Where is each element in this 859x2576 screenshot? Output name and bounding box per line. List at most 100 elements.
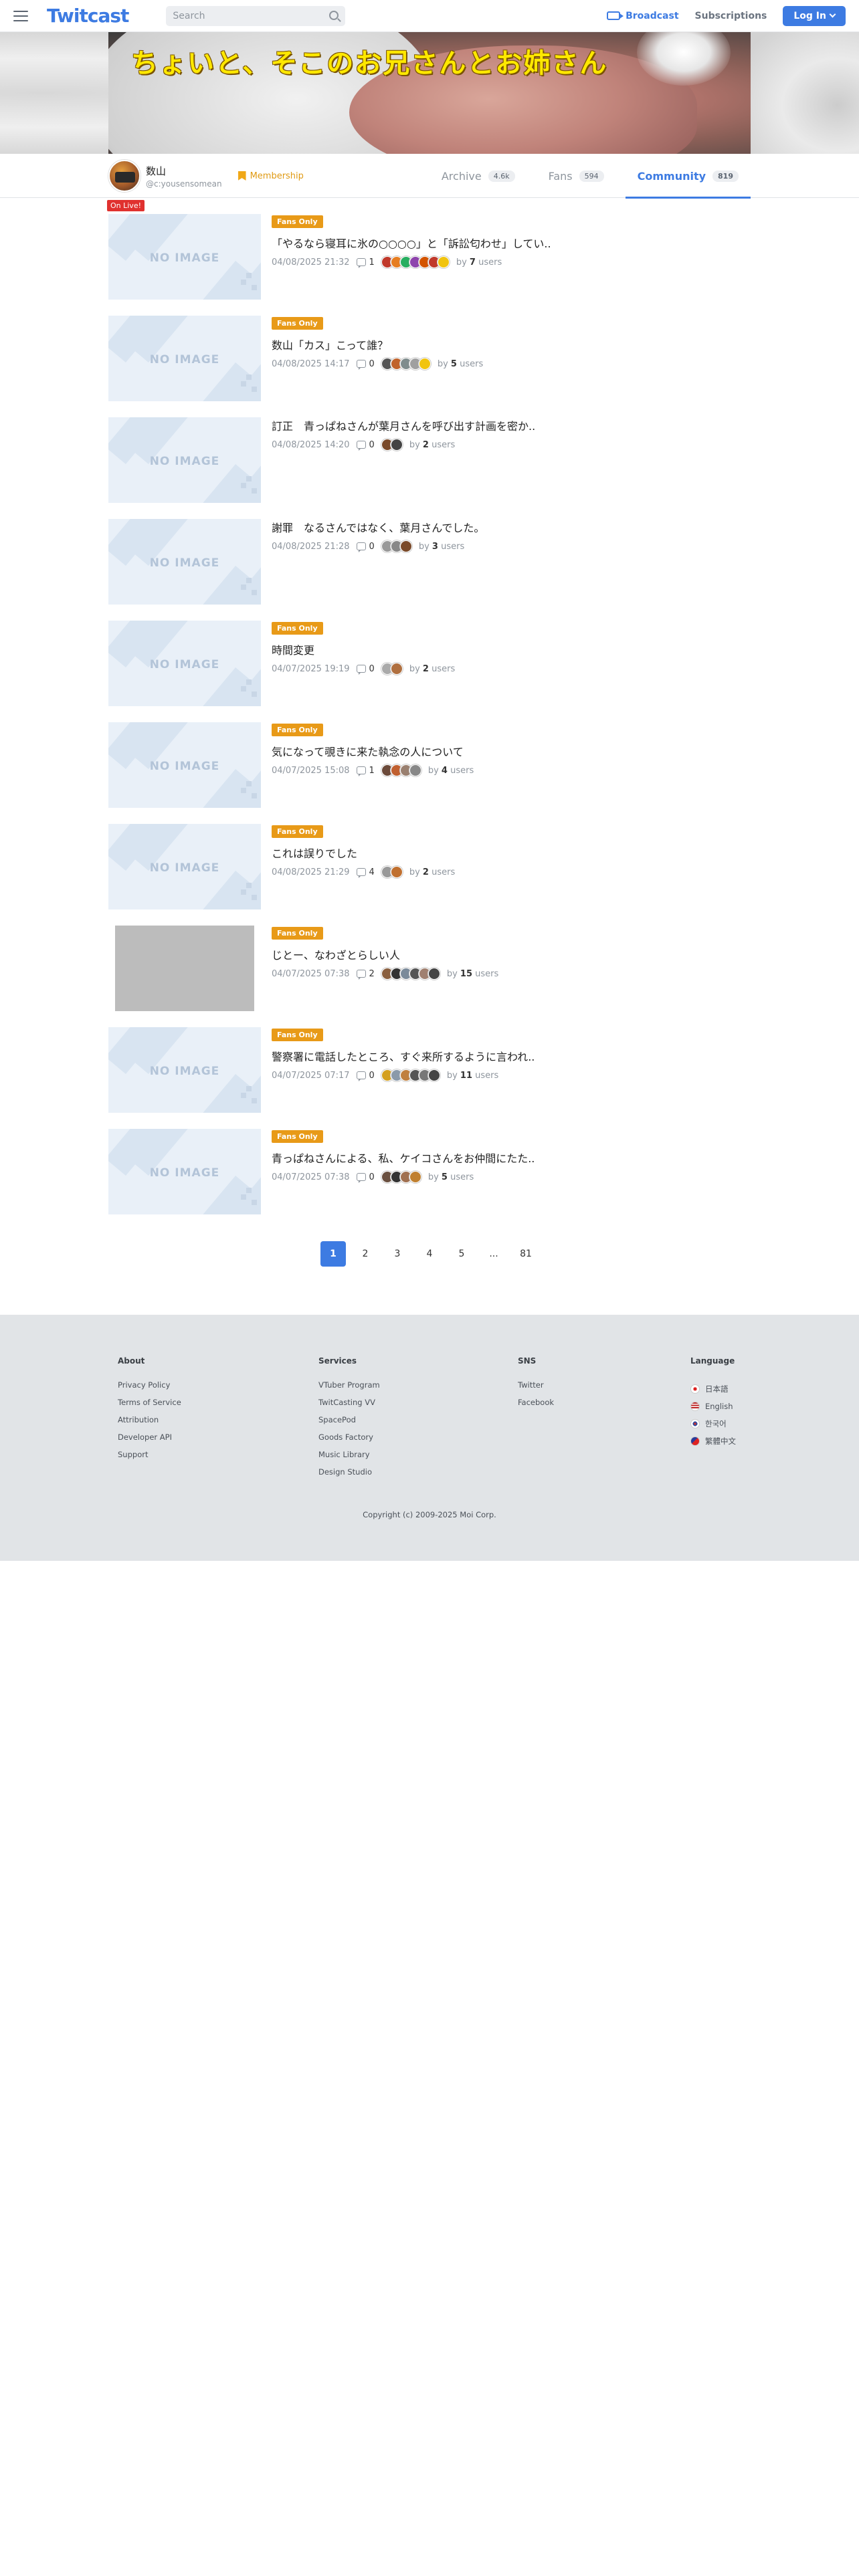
post-thumbnail[interactable] (108, 926, 261, 1011)
post-title[interactable]: 警察署に電話したところ、すぐ来所するように言われ.. (272, 1048, 535, 1064)
footer-link[interactable]: Developer API (118, 1432, 181, 1450)
fans-only-badge: Fans Only (272, 724, 323, 736)
page-button-3[interactable]: 3 (385, 1241, 410, 1267)
post-row[interactable]: NO IMAGE 謝罪 なるさんではなく、葉月さんでした。 04/08/2025 2… (108, 519, 751, 621)
tab-community[interactable]: Community 819 (625, 154, 751, 199)
post-date: 04/08/2025 21:29 (272, 867, 350, 877)
footer-about: About Privacy Policy Terms of Service Attr… (118, 1356, 181, 1467)
footer-link[interactable]: 日本語 (690, 1380, 736, 1398)
post-title[interactable]: これは誤りでした (272, 845, 455, 861)
post-thumbnail[interactable]: NO IMAGE (108, 1027, 261, 1113)
footer-link[interactable]: TwitCasting VV (318, 1398, 380, 1415)
reader-avatar (427, 1069, 440, 1081)
login-button[interactable]: Log In (783, 5, 846, 26)
post-title[interactable]: 数山「カス」こって誰？ (272, 336, 483, 352)
reader-avatars (381, 439, 403, 451)
fans-only-badge: Fans Only (272, 317, 323, 330)
copyright: Copyright (c) 2009-2025 Moi Corp. (363, 1510, 496, 1519)
post-meta: 04/08/2025 14:17 0 by 5 users (272, 358, 483, 370)
thumb-square-shape (241, 889, 246, 895)
search-box (166, 5, 346, 26)
thumb-square-shape (246, 883, 252, 888)
page-button-ellipsis: ... (489, 1249, 498, 1259)
fans-only-badge: Fans Only (272, 927, 323, 940)
reader-count: by 15 users (447, 969, 498, 979)
comment-number: 0 (369, 1070, 375, 1081)
reader-avatars (381, 1069, 440, 1081)
tab-archive[interactable]: Archive 4.6k (430, 154, 527, 198)
comment-count: 1 (356, 766, 375, 776)
footer-services: Services VTuber Program TwitCasting VV Spa… (318, 1356, 380, 1485)
subscriptions-link[interactable]: Subscriptions (695, 11, 767, 21)
post-title[interactable]: 謝罪 なるさんではなく、葉月さんでした。 (272, 519, 484, 535)
page-button-1[interactable]: 1 (320, 1241, 346, 1267)
post-row[interactable]: NO IMAGE Fans Only 「やるなら寝耳に氷の○○○○」と「訴訟匂わせ」… (108, 214, 751, 316)
post-thumbnail[interactable]: NO IMAGE (108, 1129, 261, 1214)
search-input[interactable] (173, 10, 339, 21)
footer-link[interactable]: Goods Factory (318, 1432, 380, 1450)
footer-heading: SNS (518, 1356, 537, 1366)
reader-number: 7 (469, 257, 476, 267)
profile-name[interactable]: 数山 (146, 164, 222, 178)
reader-avatar (390, 439, 403, 451)
post-info: Fans Only じとー、なわざとらしい人 04/07/2025 07:38 2 by… (272, 926, 498, 1027)
post-title[interactable]: じとー、なわざとらしい人 (272, 946, 498, 962)
post-row[interactable]: NO IMAGE 訂正 青っぱねさんが葉月さんを呼び出す計画を密か.. 04/08/… (108, 417, 751, 519)
post-row[interactable]: NO IMAGE Fans Only 気になって覗きに来た執念の人について 04/07… (108, 722, 751, 824)
page-button-2[interactable]: 2 (353, 1241, 378, 1267)
post-row[interactable]: NO IMAGE Fans Only 時間変更 04/07/2025 19:19 0 by… (108, 621, 751, 722)
footer-link[interactable]: Music Library (318, 1450, 380, 1467)
footer-link[interactable]: SpacePod (318, 1415, 380, 1432)
page-button-81[interactable]: 81 (513, 1241, 539, 1267)
avatar[interactable]: On Live! (107, 160, 145, 211)
comment-count: 1 (356, 257, 375, 268)
post-row[interactable]: NO IMAGE Fans Only これは誤りでした 04/08/2025 21:2… (108, 824, 751, 926)
footer-link[interactable]: Facebook (518, 1398, 554, 1415)
page-button-5[interactable]: 5 (449, 1241, 474, 1267)
post-title[interactable]: 訂正 青っぱねさんが葉月さんを呼び出す計画を密か.. (272, 417, 535, 433)
post-title[interactable]: 時間変更 (272, 641, 455, 657)
footer-link[interactable]: English (690, 1398, 736, 1415)
search-icon[interactable] (329, 10, 339, 20)
menu-icon[interactable] (13, 10, 28, 21)
site-logo[interactable]: Twitcast (47, 5, 129, 27)
footer-link[interactable]: 繁體中文 (690, 1432, 736, 1450)
tab-label: Community (637, 169, 706, 183)
post-thumbnail[interactable]: NO IMAGE (108, 316, 261, 401)
post-thumbnail[interactable]: NO IMAGE (108, 722, 261, 808)
post-title[interactable]: 青っぱねさんによる、私、ケイコさんをお仲間にたた.. (272, 1150, 535, 1166)
thumb-square-shape (246, 273, 252, 278)
post-date: 04/07/2025 15:08 (272, 765, 350, 776)
banner-title: ちょいと、そこのお兄さんとお姉さん (131, 48, 608, 79)
footer-link[interactable]: Design Studio (318, 1467, 380, 1485)
post-row[interactable]: Fans Only じとー、なわざとらしい人 04/07/2025 07:38 2 by… (108, 926, 751, 1027)
post-thumbnail[interactable]: NO IMAGE (108, 519, 261, 605)
footer-link[interactable]: Support (118, 1450, 181, 1467)
membership-link[interactable]: Membership (237, 171, 304, 181)
post-row[interactable]: NO IMAGE Fans Only 警察署に電話したところ、すぐ来所するように言わ… (108, 1027, 751, 1129)
post-info: Fans Only 「やるなら寝耳に氷の○○○○」と「訴訟匂わせ」してい.. 04/… (272, 214, 551, 316)
broadcast-button[interactable]: Broadcast (607, 11, 679, 21)
post-thumbnail[interactable]: NO IMAGE (108, 621, 261, 706)
page-button-4[interactable]: 4 (417, 1241, 442, 1267)
language-label: 日本語 (705, 1384, 729, 1394)
post-thumbnail[interactable]: NO IMAGE (108, 417, 261, 503)
post-info: 訂正 青っぱねさんが葉月さんを呼び出す計画を密か.. 04/08/2025 14:… (272, 417, 535, 519)
post-row[interactable]: NO IMAGE Fans Only 青っぱねさんによる、私、ケイコさんをお仲間にた… (108, 1129, 751, 1230)
post-title[interactable]: 「やるなら寝耳に氷の○○○○」と「訴訟匂わせ」してい.. (272, 235, 551, 251)
post-thumbnail[interactable]: NO IMAGE (108, 214, 261, 300)
reader-avatar (390, 866, 403, 878)
post-thumbnail[interactable]: NO IMAGE (108, 824, 261, 909)
on-live-badge[interactable]: On Live! (107, 200, 145, 211)
footer-link[interactable]: Attribution (118, 1415, 181, 1432)
footer: About Privacy Policy Terms of Service Attr… (0, 1315, 859, 1561)
footer-link[interactable]: Twitter (518, 1380, 554, 1398)
tab-fans[interactable]: Fans 594 (537, 154, 616, 198)
footer-link[interactable]: Terms of Service (118, 1398, 181, 1415)
footer-link[interactable]: VTuber Program (318, 1380, 380, 1398)
post-row[interactable]: NO IMAGE Fans Only 数山「カス」こって誰？ 04/08/2025 1… (108, 316, 751, 417)
post-title[interactable]: 気になって覗きに来た執念の人について (272, 743, 474, 759)
footer-link[interactable]: 한국어 (690, 1415, 736, 1432)
camera-icon (607, 11, 624, 20)
footer-link[interactable]: Privacy Policy (118, 1380, 181, 1398)
